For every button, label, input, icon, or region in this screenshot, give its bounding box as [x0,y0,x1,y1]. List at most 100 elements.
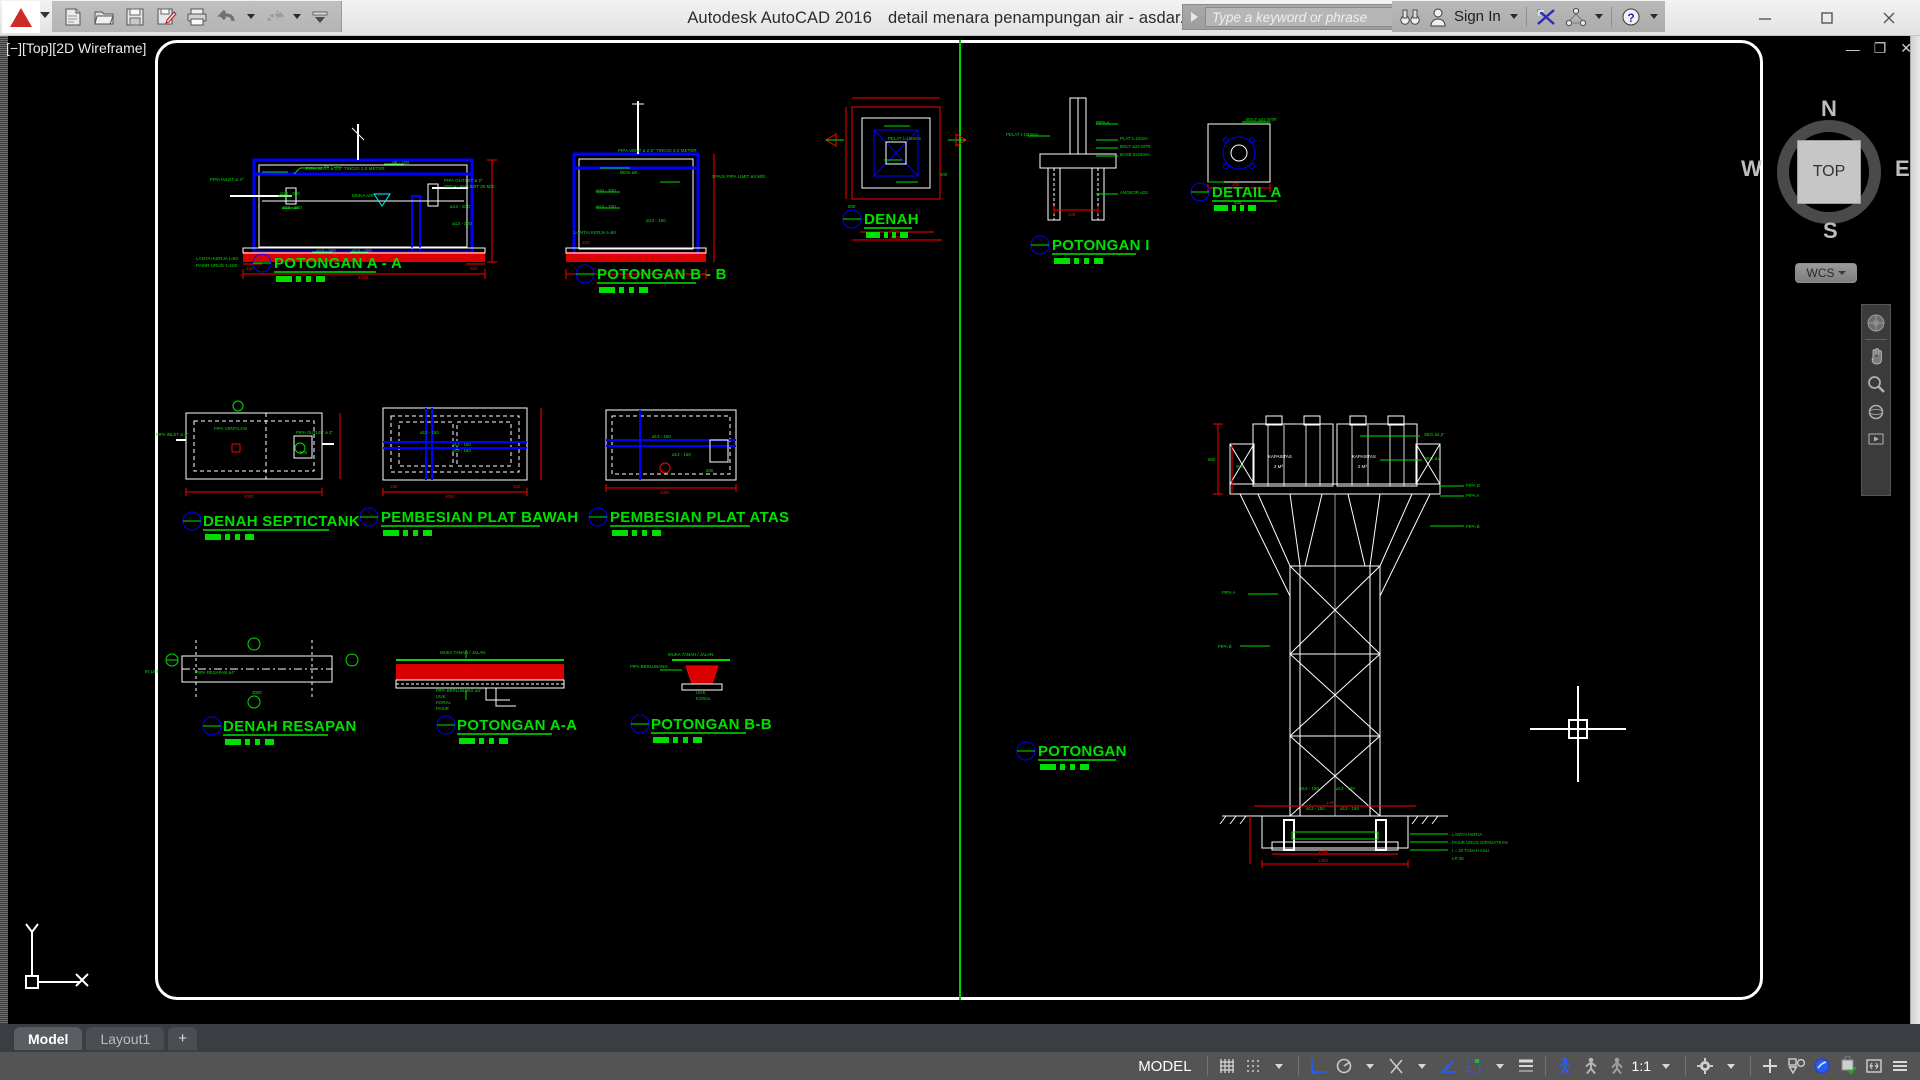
title-potongan-bb-resapan: POTONGAN B-B [630,714,772,743]
svg-text:PIPA INLET ø 4": PIPA INLET ø 4" [156,432,189,437]
transparency-person-icon[interactable] [1552,1054,1578,1078]
application-menu-chevron-down-icon[interactable] [40,12,50,18]
lock-check-icon[interactable] [1835,1054,1861,1078]
svg-text:LANTAI KERJA: LANTAI KERJA [1452,832,1482,837]
hamburger-menu-icon[interactable] [1887,1054,1913,1078]
svg-text:POTONGAN I: POTONGAN I [1052,237,1150,254]
showmotion-icon[interactable] [1863,426,1889,454]
workspace-chevron-down-icon[interactable] [1718,1054,1744,1078]
save-as-icon[interactable] [151,3,181,31]
osnap-chevron-down-icon[interactable] [1409,1054,1435,1078]
help-chevron-down-icon[interactable] [1647,3,1661,31]
otrack-angle-icon[interactable] [1435,1054,1461,1078]
viewcube-top-face[interactable]: TOP [1797,140,1861,204]
qat-customize-chevron-down-icon[interactable] [305,3,335,31]
dynamic-ucs-icon[interactable] [1461,1054,1487,1078]
svg-text:ø13 - 150: ø13 - 150 [672,452,691,457]
window-controls [1734,0,1920,36]
model-space-button[interactable]: MODEL [1129,1054,1200,1078]
svg-text:150: 150 [390,484,398,489]
maximize-button[interactable] [1796,0,1858,36]
open-folder-icon[interactable] [89,3,119,31]
close-button[interactable] [1858,0,1920,36]
gear-icon[interactable] [1692,1054,1718,1078]
title-bar: Autodesk AutoCAD 2016 detail menara pena… [0,0,1920,36]
viewcube-west-label[interactable]: W [1741,156,1762,182]
status-bar-left-empty [0,1052,1126,1080]
annotation-scale-label[interactable]: 1:1 [1630,1058,1653,1074]
snap-dots-icon[interactable] [1240,1054,1266,1078]
drawing-canvas[interactable]: [−][Top][2D Wireframe] — ❐ ✕ PIPA VENT ø… [0,36,1920,1024]
help-question-icon[interactable]: ? [1617,3,1645,31]
play-arrow-icon[interactable] [1183,5,1205,29]
clean-screen-icon[interactable] [1861,1054,1887,1078]
undo-arrow-icon[interactable] [213,3,243,31]
ucs-chevron-down-icon[interactable] [1487,1054,1513,1078]
add-layout-button[interactable]: + [168,1027,198,1050]
polar-chevron-down-icon[interactable] [1357,1054,1383,1078]
annotation-monitor-icon[interactable] [1604,1054,1630,1078]
ucs-selector-button[interactable]: WCS [1795,263,1857,283]
chevron-down-icon[interactable] [1837,271,1846,275]
floppy-save-icon[interactable] [120,3,150,31]
svg-text:ø10 - 200: ø10 - 200 [280,191,300,196]
svg-text:KAPASITAS: KAPASITAS [1352,454,1376,459]
vertical-scrollbar-right[interactable] [1910,36,1920,1024]
svg-text:400: 400 [940,172,948,177]
undo-chevron-down-icon[interactable] [244,3,258,31]
lineweight-icon[interactable] [1513,1054,1539,1078]
grid-icon[interactable] [1214,1054,1240,1078]
viewcube-south-label[interactable]: S [1823,218,1838,244]
title-potongan-a-a: POTONGAN A - A [252,253,402,282]
svg-text:KORAL: KORAL [696,696,711,701]
svg-text:MUKA TANAH / JALAN: MUKA TANAH / JALAN [440,650,485,655]
hand-pan-icon[interactable] [1863,342,1889,370]
svg-text:1400: 1400 [1326,800,1336,805]
svg-text:ø13 - 200: ø13 - 200 [450,204,470,209]
osnap-icon[interactable] [1383,1054,1409,1078]
sign-in-button[interactable]: Sign In [1452,8,1505,25]
person-icon[interactable] [1426,3,1450,31]
plus-crosshair-icon[interactable] [1757,1054,1783,1078]
magnifier-zoom-icon[interactable] [1863,370,1889,398]
blue-circle-icon[interactable] [1809,1054,1835,1078]
svg-text:IJUK: IJUK [696,690,706,695]
printer-icon[interactable] [182,3,212,31]
viewcube-east-label[interactable]: E [1895,156,1910,182]
binoculars-search-icon[interactable] [1396,3,1424,31]
svg-text:MUKA AIR: MUKA AIR [352,193,374,198]
svg-text:4000: 4000 [244,494,254,499]
svg-text:ø13 - 150: ø13 - 150 [452,448,471,453]
infocenter-search-box[interactable]: Type a keyword or phrase [1182,4,1426,30]
redo-arrow-icon[interactable] [259,3,289,31]
svg-text:ø13 - 150: ø13 - 150 [316,248,336,253]
viewcube-north-label[interactable]: N [1821,96,1837,122]
share-network-icon[interactable] [1562,3,1590,31]
autocad-logo-icon[interactable] [2,1,40,33]
tab-layout1[interactable]: Layout1 [86,1027,165,1050]
snap-chevron-down-icon[interactable] [1266,1054,1292,1078]
viewcube[interactable]: TOP N S W E [1741,96,1910,246]
tab-model[interactable]: Model [14,1027,83,1050]
selection-cycling-icon[interactable] [1578,1054,1604,1078]
drawing-pembesian-plat-bawah: ø13 - 150 ø13 - 150 ø13 - 150 4000 150 1… [382,407,542,499]
new-file-icon[interactable] [58,3,88,31]
ortho-axis-icon[interactable] [1305,1054,1331,1078]
steering-wheel-icon[interactable] [1863,309,1889,337]
svg-text:650: 650 [1208,457,1216,462]
redo-chevron-down-icon[interactable] [290,3,304,31]
navigation-bar[interactable] [1861,304,1891,496]
svg-text:4000: 4000 [445,494,455,499]
share-chevron-down-icon[interactable] [1592,3,1606,31]
orbit-icon[interactable] [1863,398,1889,426]
shapes-icon[interactable] [1783,1054,1809,1078]
svg-text:100: 100 [1068,212,1076,217]
svg-text:PIPA VENT ø 2,5" TINGGI 2,0 ME: PIPA VENT ø 2,5" TINGGI 2,0 METER [306,166,385,171]
autodesk-exchange-icon[interactable] [1532,3,1560,31]
title-potongan-i: POTONGAN I [1030,235,1150,264]
minimize-button[interactable] [1734,0,1796,36]
drafting-aids-group [1302,1053,1542,1079]
annotation-scale-chevron-down-icon[interactable] [1653,1054,1679,1078]
sign-in-chevron-down-icon[interactable] [1507,3,1521,31]
polar-circle-icon[interactable] [1331,1054,1357,1078]
